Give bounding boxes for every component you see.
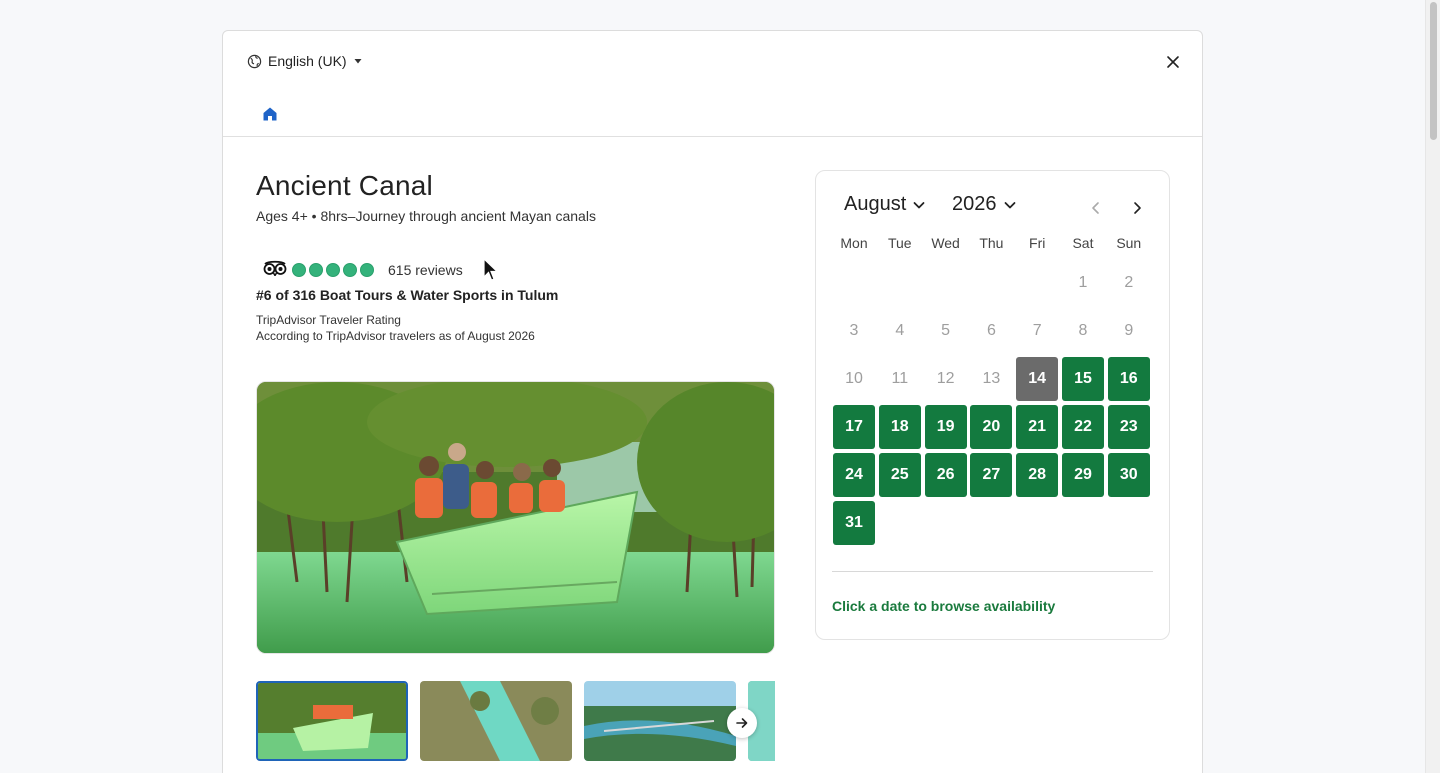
language-selector[interactable]: English (UK) (247, 53, 363, 69)
day-unavailable: 9 (1124, 322, 1134, 339)
thumbnail-2[interactable] (420, 681, 572, 761)
caret-down-icon (353, 56, 363, 66)
rating-bubble-icon (326, 263, 340, 277)
rating-bubble-icon (343, 263, 357, 277)
day-unavailable: 13 (982, 370, 1001, 387)
empty-day-cell (970, 261, 1012, 305)
hero-photo[interactable] (256, 381, 775, 654)
chevron-right-icon (1134, 202, 1141, 214)
tour-modal: English (UK) Ancient Canal Ages 4+ • 8hr… (222, 30, 1203, 773)
previous-month-button[interactable] (1085, 197, 1107, 219)
photo-thumbnails (256, 681, 775, 761)
day-available[interactable]: 22 (1061, 405, 1104, 449)
day-available[interactable]: 16 (1107, 357, 1150, 401)
next-photo-button[interactable] (727, 708, 757, 738)
globe-icon (247, 54, 262, 69)
tour-subtitle: Ages 4+ • 8hrs–Journey through ancient M… (256, 208, 596, 224)
day-unavailable: 1 (1078, 274, 1088, 291)
day-unavailable: 6 (986, 322, 996, 339)
empty-day-cell (1016, 261, 1058, 305)
day-available[interactable]: 29 (1061, 453, 1104, 497)
calendar-days: 1 2 3 4 5 6 7 8 9 10 11 12 13 14 15 16 17 18 19 20 21 22 23 24 2… (833, 261, 1150, 545)
close-button[interactable] (1162, 51, 1184, 73)
thumbnail-3[interactable] (584, 681, 736, 761)
rating-row: 615 reviews (256, 259, 775, 281)
empty-day-cell (833, 261, 875, 305)
weekday-label: Sun (1116, 235, 1142, 251)
day-unavailable: 2 (1124, 274, 1134, 291)
mouse-cursor-icon (483, 257, 499, 287)
day-unavailable: 12 (936, 370, 955, 387)
day-available[interactable]: 20 (970, 405, 1013, 449)
page-scrollbar[interactable] (1425, 0, 1440, 773)
day-available[interactable]: 23 (1107, 405, 1150, 449)
day-available[interactable]: 15 (1061, 357, 1104, 401)
language-label: English (UK) (268, 53, 347, 69)
weekday-label: Fri (1029, 235, 1046, 251)
rating-bubble-icon (309, 263, 323, 277)
day-today: 14 (1016, 357, 1059, 401)
day-unavailable: 10 (845, 370, 863, 387)
day-unavailable: 4 (895, 322, 905, 339)
tour-details: Ancient Canal Ages 4+ • 8hrs–Journey thr… (256, 170, 775, 654)
day-unavailable: 7 (1032, 322, 1042, 339)
weekday-header: Mon Tue Wed Thu Fri Sat Sun (833, 235, 1150, 251)
tour-title: Ancient Canal (256, 170, 433, 201)
tripadvisor-owl-icon (263, 260, 287, 281)
tour-rank: #6 of 316 Boat Tours & Water Sports in T… (256, 287, 559, 303)
weekday-label: Wed (931, 235, 960, 251)
weekday-label: Mon (840, 235, 868, 251)
weekday-label: Thu (979, 235, 1004, 251)
day-available[interactable]: 24 (833, 453, 875, 497)
modal-header: English (UK) (223, 31, 1202, 137)
day-unavailable: 11 (891, 370, 909, 387)
chevron-down-icon (1004, 201, 1015, 208)
thumbnail-1[interactable] (256, 681, 408, 761)
rating-label: TripAdvisor Traveler Rating (256, 313, 401, 327)
chevron-down-icon (913, 201, 925, 208)
close-icon (1167, 56, 1179, 68)
calendar-divider (832, 571, 1153, 572)
chevron-left-icon (1092, 202, 1099, 214)
day-available[interactable]: 25 (878, 453, 921, 497)
day-available[interactable]: 21 (1016, 405, 1059, 449)
calendar-header: August 2026 (844, 193, 1149, 223)
day-unavailable: 3 (849, 322, 859, 339)
year-select[interactable]: 2026 (952, 193, 1017, 216)
next-month-button[interactable] (1126, 197, 1148, 219)
day-available[interactable]: 28 (1016, 453, 1059, 497)
arrow-right-icon (736, 718, 748, 728)
home-icon (263, 107, 277, 121)
reviews-count: 615 reviews (388, 262, 463, 278)
rating-bubble-icon (292, 263, 306, 277)
day-available[interactable]: 30 (1107, 453, 1150, 497)
home-button[interactable] (261, 105, 279, 123)
month-label: August (844, 193, 907, 215)
day-available[interactable]: 26 (924, 453, 967, 497)
day-available[interactable]: 31 (833, 501, 875, 545)
month-select[interactable]: August (844, 193, 926, 216)
day-available[interactable]: 19 (924, 405, 967, 449)
rating-bubbles (292, 263, 374, 277)
day-available[interactable]: 27 (970, 453, 1013, 497)
empty-day-cell (925, 261, 967, 305)
rating-note: According to TripAdvisor travelers as of… (256, 329, 535, 343)
day-available[interactable]: 18 (878, 405, 921, 449)
scrollbar-thumb[interactable] (1430, 2, 1437, 140)
availability-calendar: August 2026 Mon Tue Wed Thu Fri Sat Sun 123456… (815, 170, 1170, 640)
day-unavailable: 5 (941, 322, 951, 339)
day-available[interactable]: 17 (833, 405, 875, 449)
calendar-hint: Click a date to browse availability (832, 598, 1056, 614)
rating-bubble-icon (360, 263, 374, 277)
day-unavailable: 8 (1078, 322, 1088, 339)
empty-day-cell (879, 261, 921, 305)
year-label: 2026 (952, 193, 997, 215)
weekday-label: Sat (1072, 235, 1094, 251)
weekday-label: Tue (887, 235, 912, 251)
